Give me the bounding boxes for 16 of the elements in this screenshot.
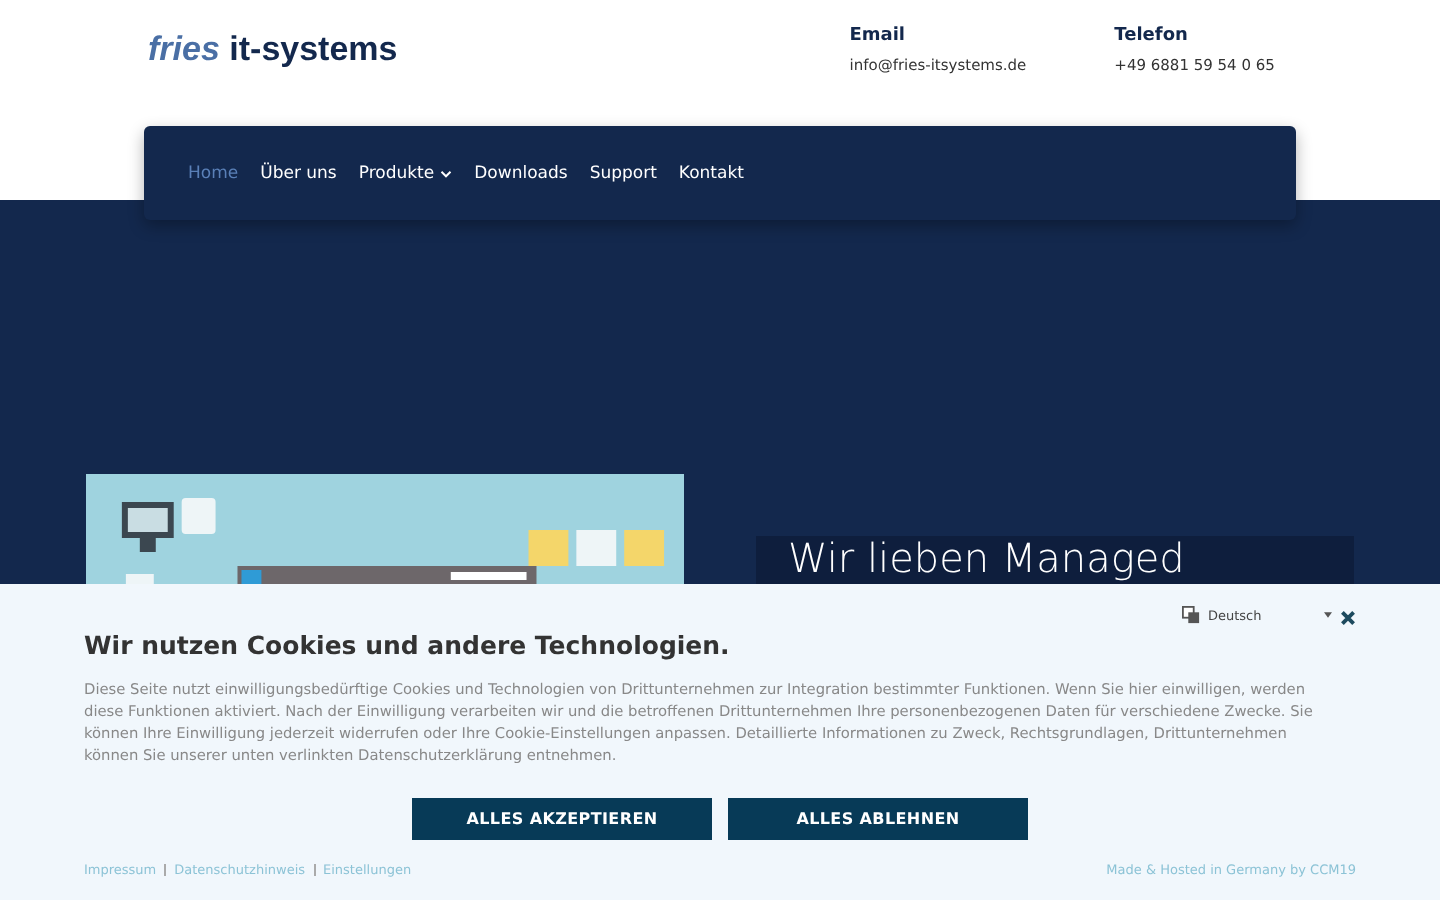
nav-link[interactable]: Über uns [260, 163, 337, 183]
nav-link[interactable]: Downloads [474, 163, 568, 183]
cookie-title: Wir nutzen Cookies und andere Technologien. [84, 630, 732, 660]
nav-link[interactable]: Kontakt [678, 163, 744, 183]
company-logo[interactable]: fries it-systems [148, 30, 398, 70]
contact-label: Telefon [1114, 26, 1188, 46]
close-icon[interactable] [1340, 610, 1356, 626]
nav-link[interactable]: Produkte [358, 163, 453, 183]
caret-icon [1324, 612, 1332, 618]
translate-icon [1182, 606, 1200, 624]
accept-button[interactable]: ALLES AKZEPTIEREN [412, 798, 712, 840]
reject-button[interactable]: ALLES ABLEHNEN [728, 798, 1028, 840]
contact-label: Email [849, 26, 906, 46]
nav-link[interactable]: Support [589, 163, 657, 183]
nav-link[interactable]: Home [188, 163, 239, 183]
hero-heading: Wir lieben Managed [788, 536, 1187, 582]
